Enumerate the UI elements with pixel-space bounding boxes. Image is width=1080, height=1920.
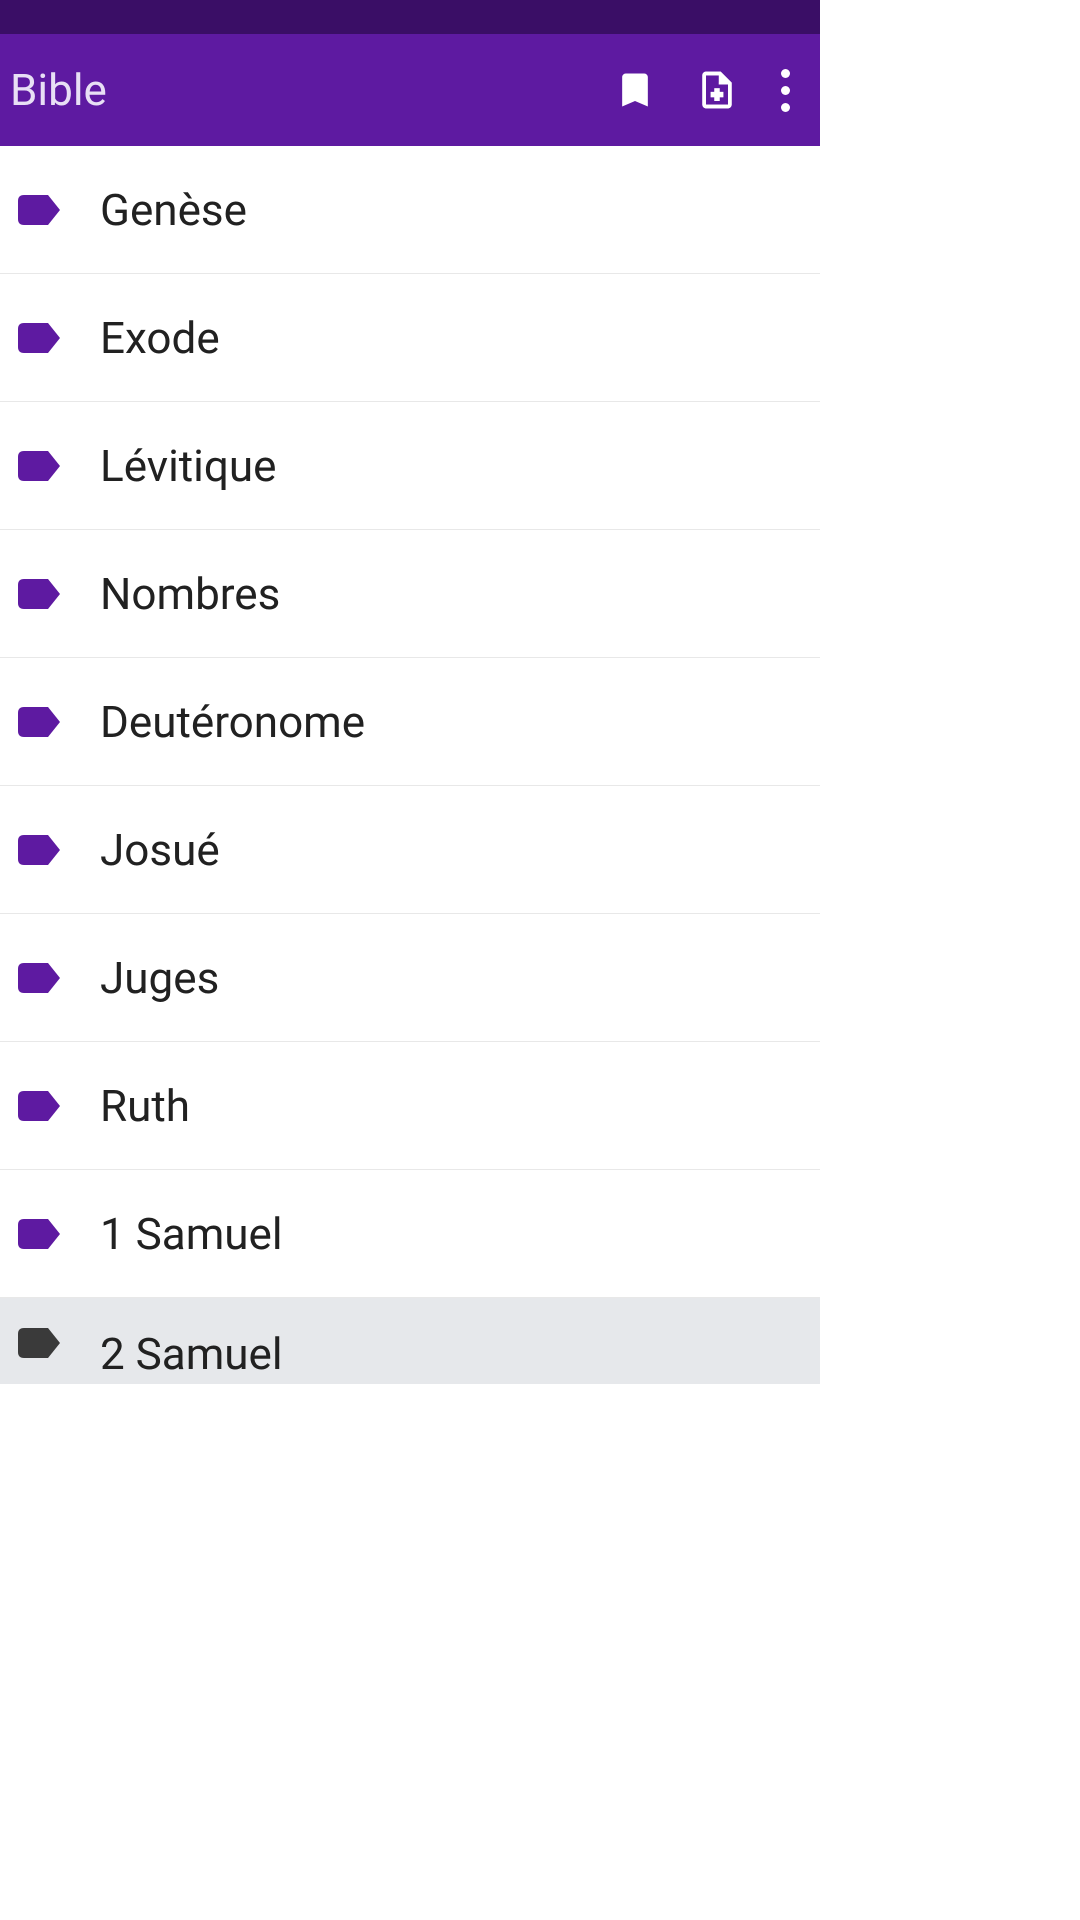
tag-icon: [18, 579, 60, 609]
app-bar: Bible: [0, 34, 820, 146]
tag-icon: [18, 195, 60, 225]
bookmark-icon: [613, 68, 657, 112]
add-note-button[interactable]: [682, 55, 752, 125]
tag-icon: [18, 963, 60, 993]
bookmark-button[interactable]: [600, 55, 670, 125]
book-label: Lévitique: [100, 440, 276, 492]
status-bar: [0, 0, 820, 34]
tag-icon: [18, 323, 60, 353]
book-label: Exode: [100, 312, 220, 364]
more-vert-icon: [781, 69, 790, 78]
book-label: Juges: [100, 952, 219, 1004]
list-item[interactable]: 2 Samuel: [0, 1298, 820, 1384]
tag-icon: [18, 707, 60, 737]
list-item[interactable]: Exode: [0, 274, 820, 402]
book-label: Deutéronome: [100, 696, 365, 748]
tag-icon: [18, 1328, 60, 1358]
book-label: Josué: [100, 824, 220, 876]
list-item[interactable]: Lévitique: [0, 402, 820, 530]
list-item[interactable]: Deutéronome: [0, 658, 820, 786]
list-item[interactable]: Ruth: [0, 1042, 820, 1170]
tag-icon: [18, 1091, 60, 1121]
book-label: Nombres: [100, 568, 280, 620]
list-item[interactable]: Josué: [0, 786, 820, 914]
book-label: 2 Samuel: [100, 1328, 283, 1380]
book-label: Ruth: [100, 1080, 190, 1132]
tag-icon: [18, 451, 60, 481]
book-label: 1 Samuel: [100, 1208, 283, 1260]
list-item[interactable]: 1 Samuel: [0, 1170, 820, 1298]
list-item[interactable]: Nombres: [0, 530, 820, 658]
overflow-menu-button[interactable]: [760, 69, 810, 112]
book-list[interactable]: Genèse Exode Lévitique Nombres Deutéronome Jo…: [0, 146, 820, 1384]
book-label: Genèse: [100, 184, 247, 236]
list-item[interactable]: Genèse: [0, 146, 820, 274]
note-add-icon: [695, 68, 739, 112]
tag-icon: [18, 1219, 60, 1249]
page-title: Bible: [10, 64, 588, 116]
list-item[interactable]: Juges: [0, 914, 820, 1042]
tag-icon: [18, 835, 60, 865]
